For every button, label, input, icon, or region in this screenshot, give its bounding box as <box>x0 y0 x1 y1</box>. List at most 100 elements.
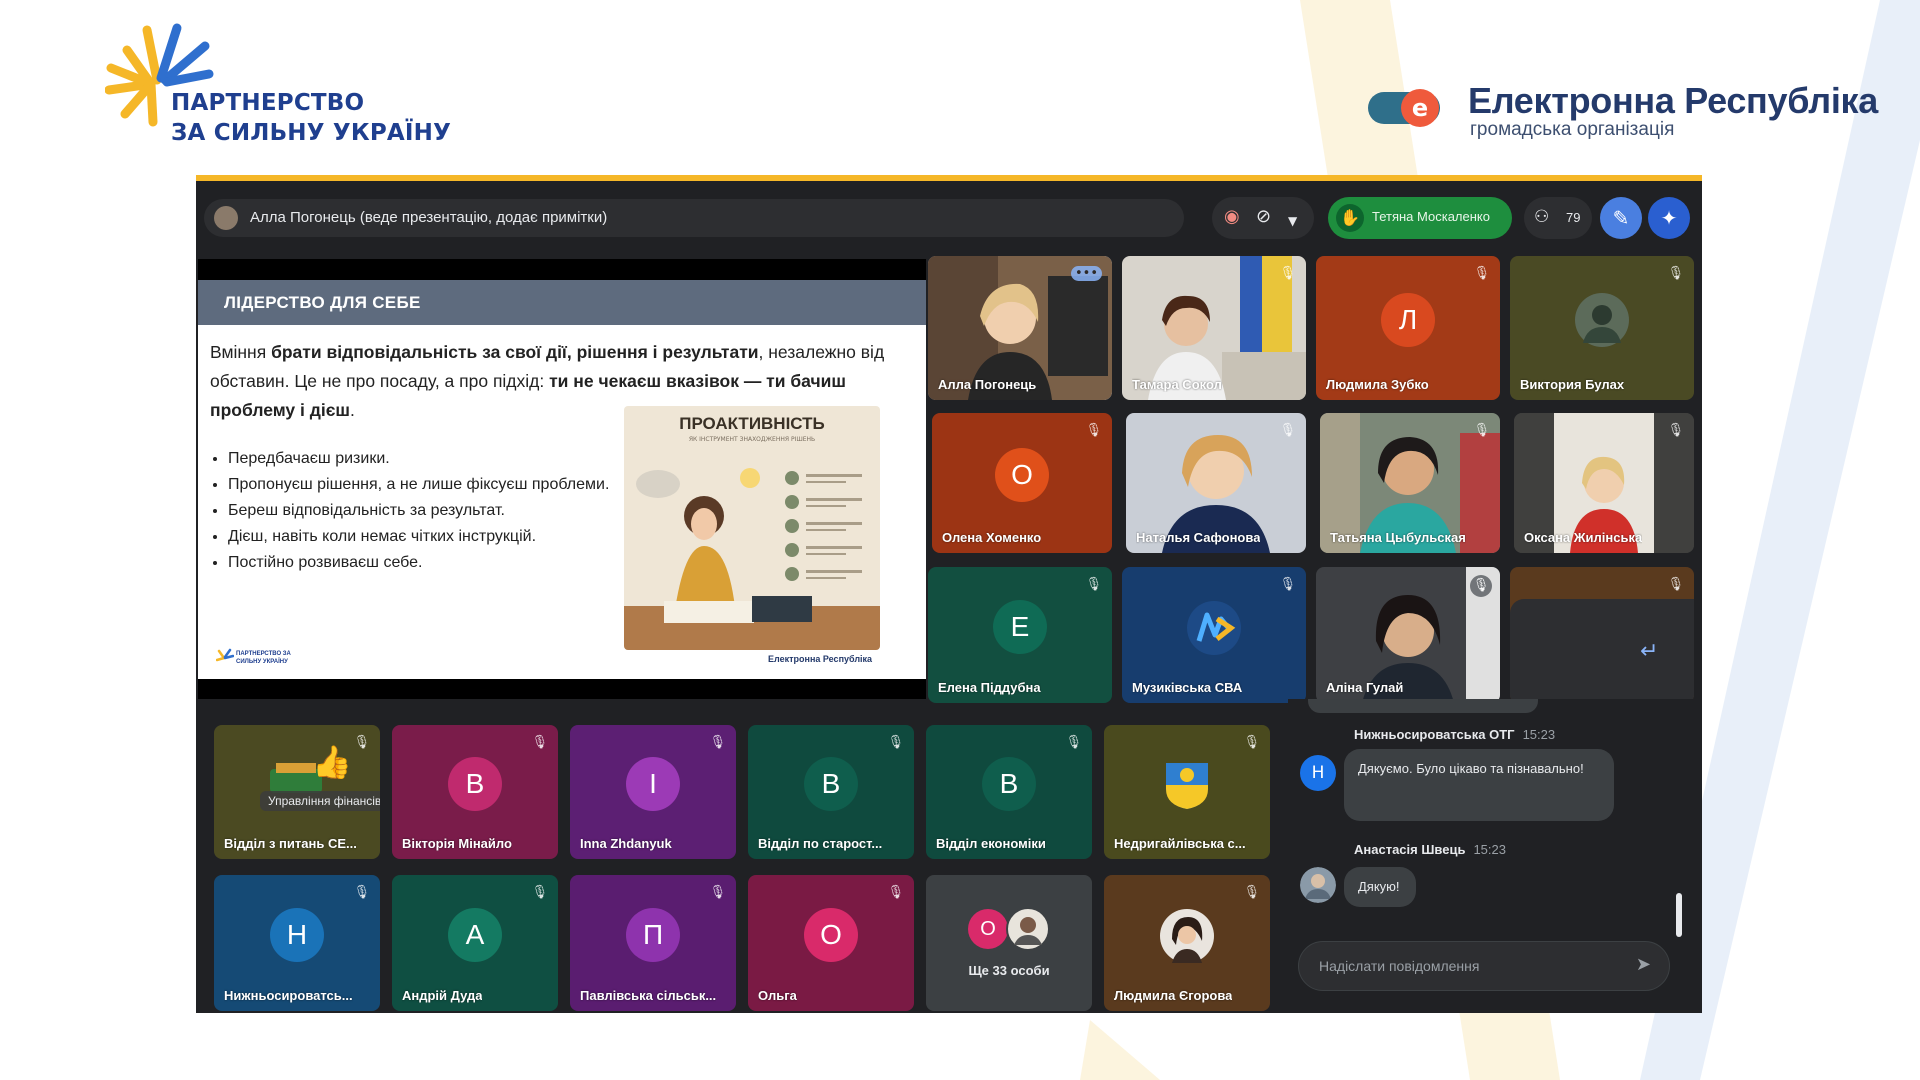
mic-off-icon: 🎙 <box>531 885 548 900</box>
participant-tile[interactable]: 🎙 ↵ <box>1510 567 1694 703</box>
mic-off-icon: 🎙 <box>1473 423 1490 438</box>
mic-off-icon: 🎙 <box>1667 423 1684 438</box>
participant-avatar: О <box>995 448 1049 502</box>
mic-off-icon: 🎙 <box>353 885 370 900</box>
proactivity-infographic: ПРОАКТИВНІСТЬ ЯК ІНСТРУМЕНТ ЗНАХОДЖЕННЯ … <box>624 406 880 650</box>
people-icon: ⚇ <box>1534 207 1550 227</box>
participant-name: Татьяна Цыбульская <box>1330 530 1466 545</box>
sparkle-icon[interactable]: ✦ <box>1648 197 1690 239</box>
participant-avatar: Е <box>993 600 1047 654</box>
edit-icon[interactable]: ✎ <box>1600 197 1642 239</box>
chat-panel: Нижньосироватська ОТГ 15:23 Н Дякуємо. Бу… <box>1288 699 1694 1013</box>
chat-sender-name: Анастасія Швець <box>1354 842 1466 857</box>
e-republic-name: Електронна Республіка <box>1468 80 1878 121</box>
partnership-logo: ПАРТНЕРСТВО ЗА СИЛЬНУ УКРАЇНУ <box>105 22 451 152</box>
chat-avatar: Н <box>1300 755 1336 791</box>
chat-input[interactable]: Надіслати повідомлення ➤ <box>1298 941 1670 991</box>
participant-tile[interactable]: 🎙 В Відділ по старост... <box>748 725 914 859</box>
participant-avatar: В <box>448 757 502 811</box>
participant-tile[interactable]: 🎙 В Відділ економіки <box>926 725 1092 859</box>
camera-off-icon[interactable]: ⊘ <box>1256 207 1271 227</box>
participant-tile[interactable]: 🎙 Недригайлівська с... <box>1104 725 1270 859</box>
send-icon[interactable]: ➤ <box>1636 954 1651 975</box>
chat-overlay-panel <box>1510 599 1694 703</box>
participant-tile[interactable]: 🎙 Татьяна Цыбульская <box>1320 413 1500 553</box>
infographic-illustration <box>624 468 880 650</box>
chat-scrollbar[interactable] <box>1676 893 1682 937</box>
participant-name: Елена Піддубна <box>938 680 1041 695</box>
participant-tile[interactable]: 🎙 А Андрій Дуда <box>392 875 558 1011</box>
participant-name: Відділ з питань СЕ... <box>224 836 357 851</box>
participant-name: Людмила Зубко <box>1326 377 1429 392</box>
e-republic-logo: e Електронна Республіка громадська орган… <box>1368 80 1878 150</box>
mic-off-icon: 🎙 <box>1085 577 1102 592</box>
raised-hand-chip[interactable]: ✋ Тетяна Москаленко <box>1328 197 1512 239</box>
chat-input-placeholder: Надіслати повідомлення <box>1319 958 1480 974</box>
participant-tile[interactable]: 🎙 Е Елена Піддубна <box>928 567 1112 703</box>
chat-sender: Анастасія Швець 15:23 <box>1354 842 1506 857</box>
slide-text: Вміння <box>210 342 272 362</box>
slide-bullet-list: Передбачаєш ризики. Пропонуєш рішення, а… <box>212 446 628 576</box>
chat-avatar <box>1300 867 1336 903</box>
participant-name: Нижньосироватсь... <box>224 988 353 1003</box>
participant-tile[interactable]: 🎙 Н Нижньосироватсь... <box>214 875 380 1011</box>
participant-tile[interactable]: 🎙 Людмила Єгорова <box>1104 875 1270 1011</box>
slide-bold-text: брати відповідальність за свої дії, ріше… <box>271 342 759 362</box>
participants-button[interactable]: ⚇ 79 <box>1524 197 1592 239</box>
mic-off-icon: 🎙 <box>1667 577 1684 592</box>
participant-name: Ольга <box>758 988 797 1003</box>
participant-tile[interactable]: 🎙 Л Людмила Зубко <box>1316 256 1500 400</box>
mic-off-icon: 🎙 <box>1279 266 1296 281</box>
thumbs-up-icon: 👍 <box>312 743 352 781</box>
participant-name: Музиківська СВА <box>1132 680 1243 695</box>
participant-tile[interactable]: 🎙 І Inna Zhdanyuk <box>570 725 736 859</box>
participant-name: Павлівська сільськ... <box>580 988 717 1003</box>
return-icon[interactable]: ↵ <box>1640 639 1658 664</box>
participant-avatar <box>1160 909 1214 963</box>
participant-name: Оксана Жилінська <box>1524 530 1643 545</box>
participant-count: 79 <box>1566 210 1581 225</box>
participant-tile[interactable]: 🎙 Музиківська СВА <box>1122 567 1306 703</box>
participant-name: Тамара Сокол <box>1132 377 1222 392</box>
chevron-down-icon[interactable]: ▼ <box>1288 211 1297 231</box>
participant-tile[interactable]: 🎙 👍 👍 Управління фінансів та е... Відділ… <box>214 725 380 859</box>
record-icon[interactable]: ◉ <box>1224 207 1240 227</box>
participant-tile[interactable]: 🎙 Наталья Сафонова <box>1126 413 1306 553</box>
participant-name: Відділ по старост... <box>758 836 883 851</box>
participant-name: Алла Погонець <box>938 377 1037 392</box>
participant-tile[interactable]: 🎙 Аліна Гулай <box>1316 567 1500 703</box>
participant-avatar: І <box>626 757 680 811</box>
participant-tile[interactable]: 🎙 В Вікторія Мінайло <box>392 725 558 859</box>
more-participants-tile[interactable]: О Ще 33 особи <box>926 875 1092 1011</box>
presenter-avatar <box>214 206 238 230</box>
slide-e-republic-logo: Електронна Республіка <box>768 654 873 664</box>
participant-tile[interactable]: 🎙 Тамара Сокол <box>1122 256 1306 400</box>
more-options-icon[interactable]: ••• <box>1070 266 1102 281</box>
more-participants-label: Ще 33 особи <box>968 963 1050 978</box>
participant-name: Олена Хоменко <box>942 530 1042 545</box>
mic-off-icon: 🎙 <box>1279 577 1296 592</box>
mic-off-icon: 🎙 <box>531 735 548 750</box>
svg-text:e: e <box>1412 94 1428 122</box>
participant-tile[interactable]: 🎙 П Павлівська сільськ... <box>570 875 736 1011</box>
participant-name: Виктория Булах <box>1520 377 1625 392</box>
slide-header: ЛІДЕРСТВО ДЛЯ СЕБЕ <box>198 280 926 325</box>
e-republic-toggle-icon: e <box>1368 89 1440 127</box>
participant-tile[interactable]: 🎙 Оксана Жилінська <box>1514 413 1694 553</box>
recording-controls[interactable]: ◉ ⊘ ▼ <box>1212 197 1314 239</box>
participant-tile[interactable]: 🎙 О Ольга <box>748 875 914 1011</box>
participant-avatar: В <box>804 757 858 811</box>
participant-tile[interactable]: 🎙 Виктория Булах <box>1510 256 1694 400</box>
participant-tile[interactable]: 🎙 О Олена Хоменко <box>932 413 1112 553</box>
participant-name: Наталья Сафонова <box>1136 530 1261 545</box>
participant-avatar <box>1166 763 1208 809</box>
slide-bullet: Береш відповідальність за результат. <box>228 498 628 524</box>
participant-avatar: О <box>804 908 858 962</box>
participant-avatar: В <box>982 757 1036 811</box>
participant-name: Вікторія Мінайло <box>402 836 512 851</box>
participant-avatar: О <box>968 909 1008 949</box>
chat-sender-name: Нижньосироватська ОТГ <box>1354 727 1515 742</box>
chat-time: 15:23 <box>1473 842 1506 857</box>
presenter-bar[interactable]: Алла Погонець (веде презентацію, додає п… <box>204 199 1184 237</box>
participant-tile[interactable]: ••• Алла Погонець <box>928 256 1112 400</box>
